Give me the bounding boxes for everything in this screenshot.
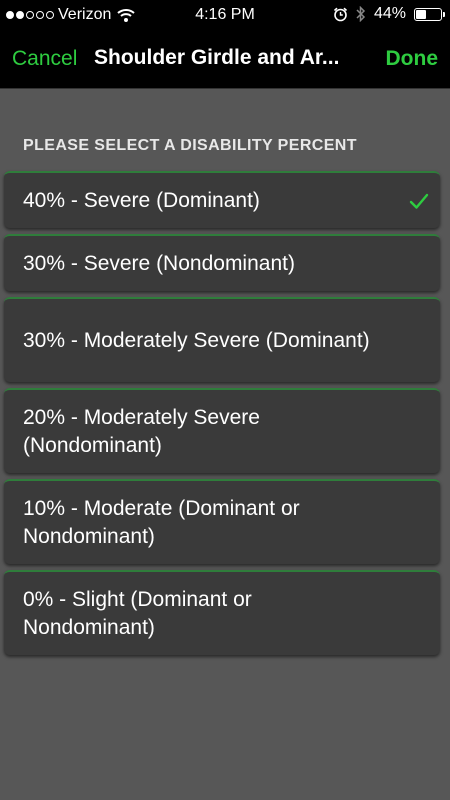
option-40-severe-dominant[interactable]: 40% - Severe (Dominant) — [4, 171, 440, 228]
option-30-moderately-severe-dominant[interactable]: 30% - Moderately Severe (Dominant) — [4, 297, 440, 382]
status-bar: Verizon 4:16 PM 44% — [0, 0, 450, 32]
option-10-moderate[interactable]: 10% - Moderate (Dominant or Nondominant) — [4, 479, 440, 564]
battery-percent: 44% — [373, 5, 406, 22]
option-label: 30% - Moderately Severe (Dominant) — [23, 328, 370, 352]
option-0-slight[interactable]: 0% - Slight (Dominant or Nondominant) — [4, 570, 440, 655]
bluetooth-icon — [356, 6, 366, 22]
option-label: 0% - Slight (Dominant or Nondominant) — [23, 587, 252, 639]
status-right: 44% — [333, 5, 445, 23]
option-30-severe-nondominant[interactable]: 30% - Severe (Nondominant) — [4, 234, 440, 291]
checkmark-icon — [409, 193, 429, 209]
battery-fill — [416, 9, 427, 19]
section-header: PLEASE SELECT A DISABILITY PERCENT — [23, 137, 357, 154]
option-label: 20% - Moderately Severe (Nondominant) — [23, 405, 260, 457]
battery-cap — [443, 11, 445, 17]
options-list: 40% - Severe (Dominant) 30% - Severe (No… — [4, 171, 440, 661]
option-label: 30% - Severe (Nondominant) — [23, 251, 295, 275]
option-20-moderately-severe-nondominant[interactable]: 20% - Moderately Severe (Nondominant) — [4, 388, 440, 473]
battery-icon — [414, 7, 445, 21]
done-button[interactable]: Done — [386, 47, 439, 71]
option-label: 40% - Severe (Dominant) — [23, 188, 260, 212]
page-title: Shoulder Girdle and Ar... — [94, 46, 340, 69]
navigation-bar: Cancel Shoulder Girdle and Ar... Done — [0, 32, 450, 89]
option-label: 10% - Moderate (Dominant or Nondominant) — [23, 496, 300, 548]
alarm-icon — [333, 7, 348, 21]
cancel-button[interactable]: Cancel — [12, 47, 77, 71]
